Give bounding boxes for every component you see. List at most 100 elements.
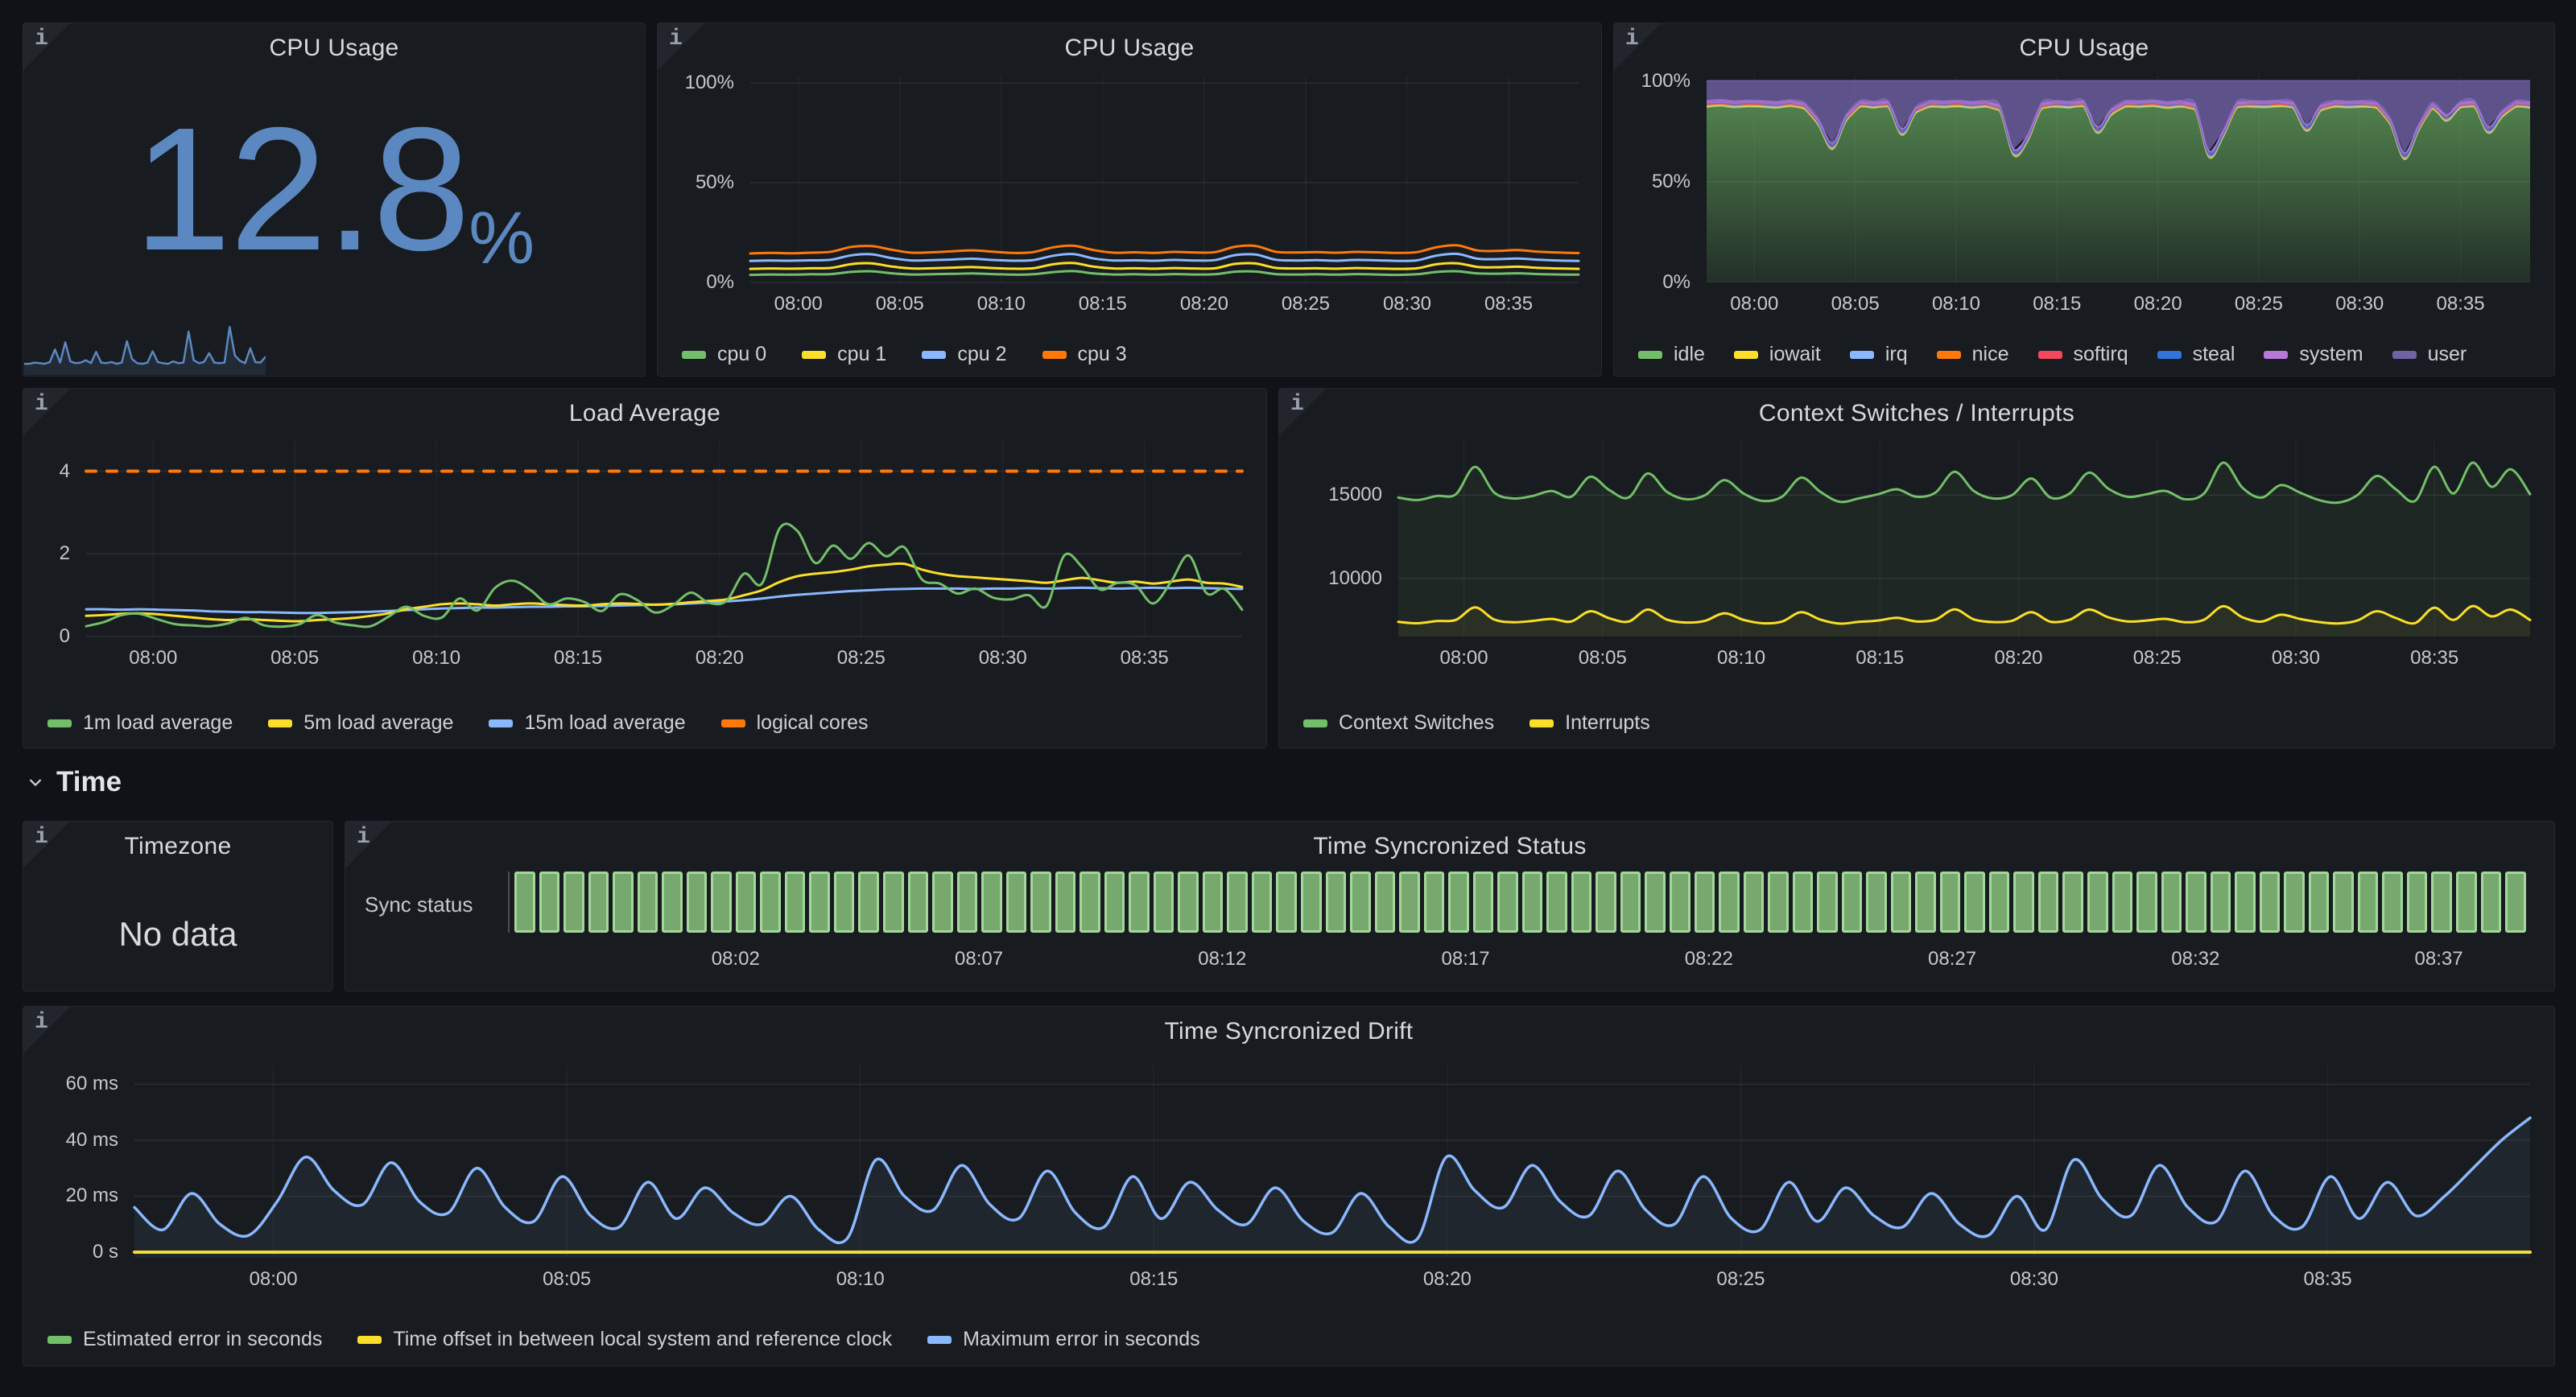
legend-swatch — [47, 719, 72, 727]
status-bar — [908, 872, 929, 933]
status-bar — [1006, 872, 1027, 933]
legend-item[interactable]: cpu 0 — [682, 343, 766, 366]
status-bar — [2382, 872, 2403, 933]
row-header-time[interactable]: Time — [24, 763, 122, 802]
legend-item[interactable]: irq — [1850, 343, 1908, 366]
panel-title[interactable]: Time Syncronized Status — [345, 833, 2554, 860]
legend-item[interactable]: Estimated error in seconds — [47, 1328, 322, 1351]
panel-title[interactable]: CPU Usage — [1614, 35, 2554, 62]
status-bar — [1546, 872, 1567, 933]
legend-item[interactable]: 15m load average — [489, 711, 685, 735]
status-bar — [1030, 872, 1051, 933]
legend-item[interactable]: nice — [1937, 343, 2009, 366]
status-bar — [834, 872, 855, 933]
x-axis-label: 08:02 — [679, 947, 792, 971]
x-axis-label: 08:25 — [2101, 646, 2214, 670]
legend-swatch — [2392, 351, 2417, 359]
state-timeline-plot[interactable]: Sync status 08:0208:0708:1208:1708:2208:… — [365, 867, 2530, 984]
x-axis-label: 08:32 — [2139, 947, 2252, 971]
time-series-plot[interactable]: 0 s20 ms40 ms60 ms08:0008:0508:1008:1508… — [39, 1065, 2530, 1295]
legend-swatch — [47, 1336, 72, 1344]
legend-item[interactable]: Context Switches — [1303, 711, 1494, 735]
x-axis-label: 08:15 — [2000, 292, 2113, 316]
legend-label: Context Switches — [1339, 711, 1494, 735]
status-bar — [687, 872, 708, 933]
legend-item[interactable]: logical cores — [721, 711, 869, 735]
y-axis-label: 50% — [674, 171, 734, 195]
x-axis-label: 08:15 — [1097, 1267, 1210, 1292]
legend-item[interactable]: system — [2264, 343, 2363, 366]
status-bar — [588, 872, 609, 933]
x-axis-label: 08:35 — [2272, 1267, 2384, 1292]
legend-item[interactable]: Interrupts — [1530, 711, 1650, 735]
legend-label: Time offset in between local system and … — [393, 1328, 892, 1351]
status-bar — [711, 872, 732, 933]
x-axis-label: 08:30 — [2240, 646, 2352, 670]
status-bar — [883, 872, 904, 933]
legend-swatch — [802, 351, 826, 359]
legend-label: system — [2299, 343, 2363, 366]
status-bar — [981, 872, 1002, 933]
status-bar — [1596, 872, 1616, 933]
status-bar — [1129, 872, 1150, 933]
y-axis-label: 0 s — [39, 1240, 118, 1264]
status-bar — [809, 872, 830, 933]
legend-swatch — [489, 719, 513, 727]
status-bar — [932, 872, 953, 933]
x-axis-label: 08:35 — [2378, 646, 2491, 670]
grafana-dashboard: { "section_header": { "label": "Time" },… — [0, 0, 2576, 1397]
status-bar — [1203, 872, 1224, 933]
status-bar — [2431, 872, 2452, 933]
legend-item[interactable]: Time offset in between local system and … — [357, 1328, 892, 1351]
y-axis-label: 40 ms — [39, 1128, 118, 1152]
legend-swatch — [2157, 351, 2182, 359]
legend-item[interactable]: idle — [1638, 343, 1705, 366]
time-series-plot[interactable]: 100001500008:0008:0508:1008:1508:2008:25… — [1295, 440, 2530, 674]
status-bar — [1620, 872, 1641, 933]
y-axis-label: 100% — [674, 71, 734, 95]
chevron-down-icon — [24, 771, 47, 793]
legend-item[interactable]: Maximum error in seconds — [927, 1328, 1200, 1351]
status-bar — [2136, 872, 2157, 933]
y-axis-label: 4 — [39, 459, 70, 484]
legend-item[interactable]: cpu 3 — [1042, 343, 1127, 366]
status-bar — [1055, 872, 1076, 933]
panel-title[interactable]: Load Average — [23, 400, 1266, 427]
legend-item[interactable]: cpu 1 — [802, 343, 886, 366]
time-series-plot[interactable]: 0%50%100%08:0008:0508:1008:1508:2008:250… — [1630, 75, 2530, 319]
legend-swatch — [268, 719, 292, 727]
status-bar — [1940, 872, 1961, 933]
legend-item[interactable]: 1m load average — [47, 711, 233, 735]
panel-title[interactable]: Context Switches / Interrupts — [1279, 400, 2554, 427]
panel-title[interactable]: Time Syncronized Drift — [23, 1018, 2554, 1045]
status-bar — [1350, 872, 1371, 933]
status-bar — [1817, 872, 1838, 933]
time-series-plot[interactable]: 0%50%100%08:0008:0508:1008:1508:2008:250… — [674, 75, 1579, 319]
status-bar — [638, 872, 658, 933]
legend-item[interactable]: softirq — [2038, 343, 2128, 366]
legend-label: logical cores — [757, 711, 869, 735]
x-axis-label: 08:37 — [2383, 947, 2496, 971]
legend-item[interactable]: user — [2392, 343, 2467, 366]
legend-swatch — [1850, 351, 1874, 359]
panel-title[interactable]: Timezone — [23, 833, 332, 860]
legend-item[interactable]: 5m load average — [268, 711, 453, 735]
status-bar — [1768, 872, 1789, 933]
status-bar — [2235, 872, 2256, 933]
legend-item[interactable]: iowait — [1734, 343, 1821, 366]
legend-label: cpu 0 — [717, 343, 766, 366]
status-bar — [564, 872, 584, 933]
time-series-plot[interactable]: 02408:0008:0508:1008:1508:2008:2508:3008… — [39, 440, 1242, 674]
status-bar — [1866, 872, 1887, 933]
panel-cpu-usage-stacked: i CPU Usage 0%50%100%08:0008:0508:1008:1… — [1613, 23, 2555, 377]
x-axis-label: 08:25 — [2202, 292, 2315, 316]
panel-title[interactable]: CPU Usage — [658, 35, 1601, 62]
legend-swatch — [922, 351, 946, 359]
panel-title[interactable]: CPU Usage — [23, 35, 645, 62]
legend-item[interactable]: cpu 2 — [922, 343, 1006, 366]
x-axis-label: 08:25 — [1249, 292, 1362, 316]
legend-label: steal — [2193, 343, 2235, 366]
status-bar — [1252, 872, 1273, 933]
x-axis-label: 08:15 — [1046, 292, 1159, 316]
legend-item[interactable]: steal — [2157, 343, 2235, 366]
